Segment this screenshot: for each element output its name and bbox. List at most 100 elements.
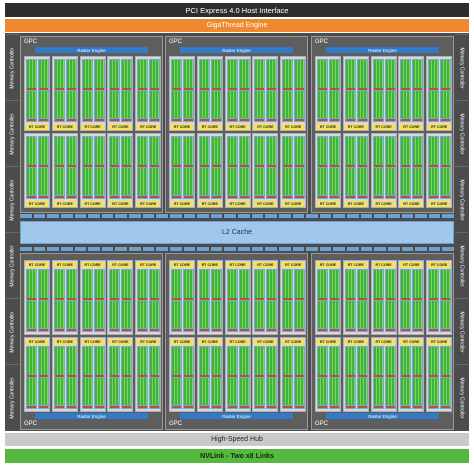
tpc: RT CORE xyxy=(51,133,78,208)
sm-block xyxy=(356,346,368,409)
l2-slice xyxy=(197,214,209,218)
cuda-cores xyxy=(413,347,423,375)
tensor-cores xyxy=(295,329,305,331)
tensor-cores xyxy=(39,374,48,377)
l2-slice xyxy=(142,214,155,218)
sm-block xyxy=(198,59,210,122)
tensor-cores xyxy=(138,87,148,90)
tensor-cores xyxy=(172,119,181,121)
cuda-cores xyxy=(330,377,339,405)
memory-controller-label: Memory Controller xyxy=(458,178,465,221)
gigathread-engine: GigaThread Engine xyxy=(5,19,469,32)
sm-block xyxy=(440,59,452,122)
sm-block xyxy=(266,269,278,332)
memory-controllers-right: Memory Controller Memory Controller Memory… xyxy=(455,34,468,430)
sm-block xyxy=(294,136,306,199)
cuda-cores xyxy=(82,167,92,195)
tensor-cores xyxy=(94,297,104,300)
tpc: RT CORE xyxy=(51,260,78,335)
sm-block xyxy=(149,59,161,122)
tensor-cores xyxy=(211,196,221,198)
tpc: RT CORE xyxy=(315,56,341,131)
cuda-cores xyxy=(227,377,237,405)
cuda-cores xyxy=(318,300,327,328)
rt-core: RT CORE xyxy=(198,124,221,130)
tpc: RT CORE xyxy=(398,56,425,131)
sm-block xyxy=(93,346,105,409)
l2-slice xyxy=(265,247,277,251)
tpc: RT CORE xyxy=(24,337,50,412)
l2-slice xyxy=(129,214,141,218)
sm-block xyxy=(282,269,294,332)
tensor-cores xyxy=(227,196,237,198)
tensor-cores xyxy=(295,164,305,167)
tensor-cores xyxy=(138,196,148,198)
l2-slice xyxy=(210,214,223,218)
cuda-cores xyxy=(401,347,411,375)
cuda-cores xyxy=(54,347,64,375)
gpc-label: GPC xyxy=(169,39,183,45)
memory-controller: Memory Controller xyxy=(6,232,19,298)
tensor-cores xyxy=(82,374,92,377)
cuda-cores xyxy=(66,300,76,328)
tensor-cores xyxy=(199,164,209,167)
tpc: RT CORE xyxy=(135,337,162,412)
tensor-cores xyxy=(172,329,181,331)
rt-core: RT CORE xyxy=(317,201,339,207)
tpc: RT CORE xyxy=(135,260,162,335)
tensor-cores xyxy=(330,119,339,121)
rt-core: RT CORE xyxy=(317,124,339,130)
memory-controller: Memory Controller xyxy=(455,34,468,100)
tensor-cores xyxy=(283,297,293,300)
tensor-cores xyxy=(227,297,237,300)
rt-core: RT CORE xyxy=(428,124,451,130)
tpc: RT CORE xyxy=(224,56,251,131)
tensor-cores xyxy=(267,297,277,300)
l2-slice xyxy=(142,247,155,251)
sm-block xyxy=(294,59,306,122)
cuda-cores xyxy=(429,137,439,165)
tpc: RT CORE xyxy=(252,133,279,208)
memory-controller: Memory Controller xyxy=(6,298,19,364)
tensor-cores xyxy=(429,329,439,331)
tpc: RT CORE xyxy=(169,56,195,131)
sm-block xyxy=(317,269,328,332)
sm-block xyxy=(65,269,77,332)
cuda-cores xyxy=(345,167,355,195)
gpc-label: GPC xyxy=(169,421,183,427)
rt-core: RT CORE xyxy=(317,339,339,345)
tensor-cores xyxy=(122,406,132,408)
cuda-cores xyxy=(82,347,92,375)
cuda-cores xyxy=(239,270,249,298)
tensor-cores xyxy=(357,297,367,300)
rt-core: RT CORE xyxy=(254,262,277,268)
tpc: RT CORE xyxy=(426,133,453,208)
tensor-cores xyxy=(385,329,395,331)
cuda-cores xyxy=(211,347,221,375)
sm-block xyxy=(372,59,384,122)
memory-controller: Memory Controller xyxy=(6,364,19,430)
tensor-cores xyxy=(122,164,132,167)
tpc: RT CORE xyxy=(370,260,397,335)
tensor-cores xyxy=(184,164,193,167)
sm-block xyxy=(93,136,105,199)
cuda-cores xyxy=(82,270,92,298)
tensor-cores xyxy=(357,119,367,121)
cuda-cores xyxy=(441,347,451,375)
cuda-cores xyxy=(318,347,327,375)
l2-slice xyxy=(238,247,250,251)
cuda-cores xyxy=(429,377,439,405)
tpc: RT CORE xyxy=(169,337,195,412)
cuda-cores xyxy=(94,270,104,298)
cuda-cores xyxy=(255,90,265,118)
cuda-cores xyxy=(441,300,451,328)
cuda-cores xyxy=(345,60,355,88)
rt-core: RT CORE xyxy=(372,124,395,130)
l2-slice xyxy=(360,214,373,218)
sm-block xyxy=(238,346,250,409)
tensor-cores xyxy=(94,87,104,90)
cuda-cores xyxy=(267,347,277,375)
l2-slice xyxy=(88,214,100,218)
sm-block xyxy=(254,59,266,122)
tpc: RT CORE xyxy=(79,56,106,131)
